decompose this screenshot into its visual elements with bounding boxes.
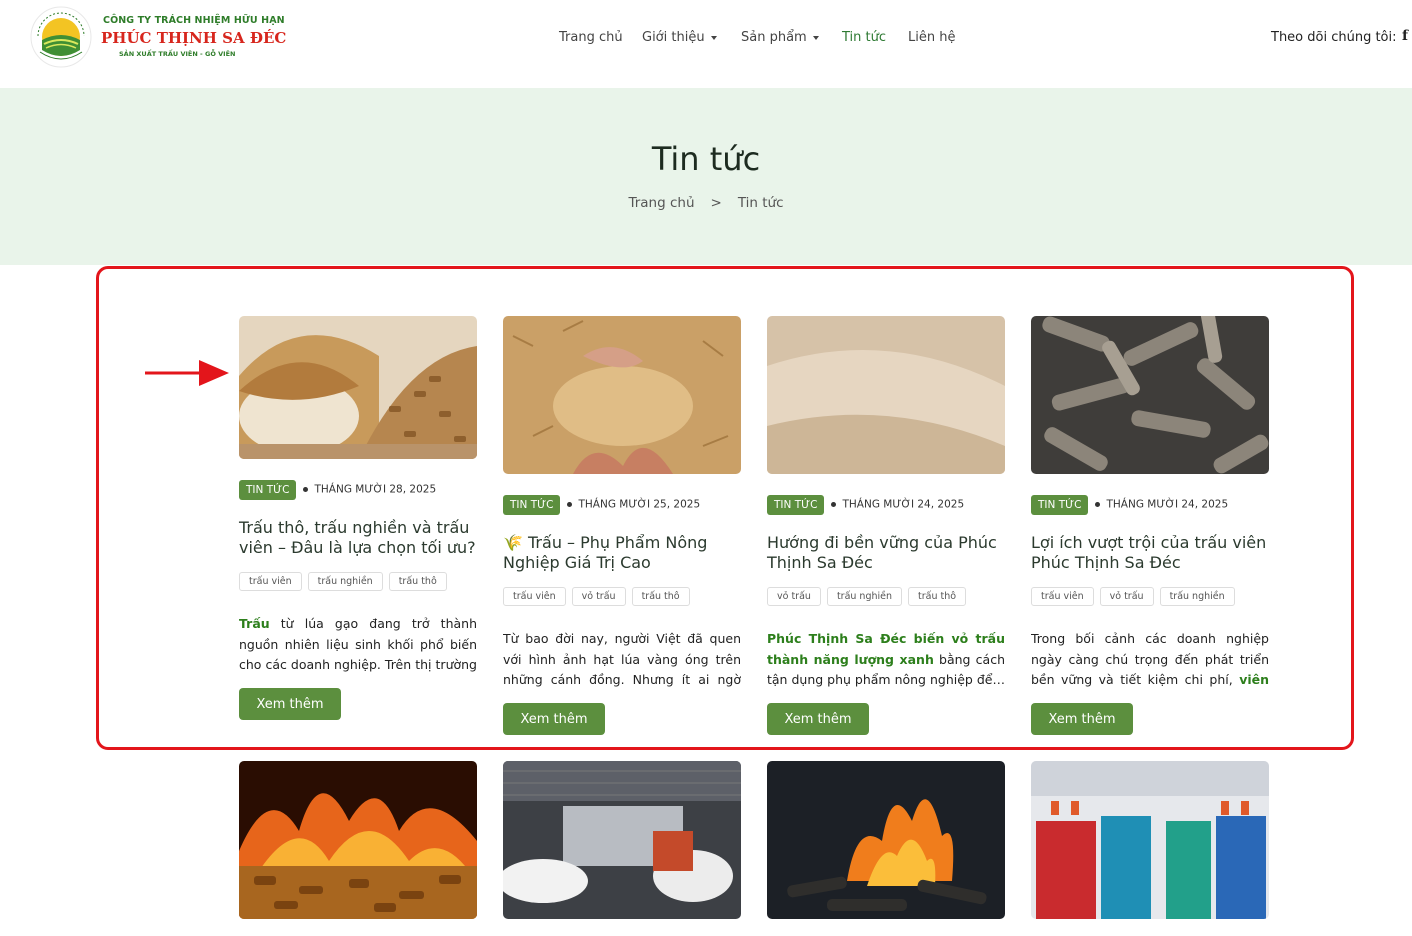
nav-about[interactable]: Giới thiệu	[642, 30, 717, 45]
post-tag[interactable]: trấu thô	[908, 587, 967, 606]
post-tag[interactable]: vỏ trấu	[1099, 587, 1154, 606]
post-date: THÁNG MƯỜI 24, 2025	[1106, 498, 1229, 511]
company-tagline: SẢN XUẤT TRẤU VIÊN - GỖ VIÊN	[119, 50, 236, 58]
post-meta: TIN TỨC THÁNG MƯỜI 28, 2025	[239, 479, 436, 501]
post-date: THÁNG MƯỜI 25, 2025	[578, 498, 701, 511]
category-badge[interactable]: TIN TỨC	[1031, 494, 1089, 515]
burning-charcoal-image[interactable]	[767, 761, 1005, 919]
post-excerpt: Phúc Thịnh Sa Đéc biến vỏ trấu thành năn…	[767, 629, 1005, 691]
dot-separator	[303, 487, 309, 492]
post-tag[interactable]: trấu nghiền	[826, 587, 903, 606]
read-more-button[interactable]: Xem thêm	[767, 703, 869, 735]
post-card: TIN TỨC THÁNG MƯỜI 25, 2025 🌾 Trấu – Phụ P…	[503, 316, 741, 735]
post-tag[interactable]: trấu thô	[388, 572, 447, 591]
nav-products[interactable]: Sản phẩm	[741, 30, 819, 45]
breadcrumb-home[interactable]: Trang chủ	[628, 195, 694, 211]
post-date: THÁNG MƯỜI 28, 2025	[314, 483, 437, 496]
post-date: THÁNG MƯỜI 24, 2025	[842, 498, 965, 511]
post-tag[interactable]: trấu nghiền	[307, 572, 383, 591]
paper-factory-image[interactable]	[503, 761, 741, 919]
post-thumb[interactable]	[503, 761, 741, 919]
post-title[interactable]: 🌾 Trấu – Phụ Phẩm Nông Nghiệp Giá Trị Ca…	[503, 533, 741, 573]
post-meta: TIN TỨC THÁNG MƯỜI 24, 2025	[767, 494, 964, 516]
post-excerpt-text: Trong bối cảnh các doanh nghiệp ngày càn…	[1031, 631, 1269, 687]
nav-contact[interactable]: Liên hệ	[908, 30, 955, 45]
post-thumb[interactable]	[767, 761, 1005, 919]
caret-down-icon	[710, 35, 717, 40]
textile-spools-image[interactable]	[1031, 761, 1269, 919]
post-tag[interactable]: trấu nghiền	[1159, 587, 1235, 606]
breadcrumb-current: Tin tức	[737, 195, 784, 211]
post-tag[interactable]: trấu thô	[631, 587, 690, 606]
post-tag[interactable]: trấu viên	[503, 587, 566, 606]
company-name[interactable]: PHÚC THỊNH SA ĐÉC	[101, 29, 286, 47]
page-title: Tin tức	[651, 140, 761, 178]
post-title[interactable]: Trấu thô, trấu nghiền và trấu viên – Đâu…	[239, 518, 477, 558]
nav-home[interactable]: Trang chủ	[559, 30, 623, 45]
dot-separator	[567, 502, 573, 507]
post-title[interactable]: Hướng đi bền vững của Phúc Thịnh Sa Đéc	[767, 533, 1005, 573]
category-badge[interactable]: TIN TỨC	[503, 494, 561, 515]
post-excerpt: Trấu từ lúa gạo đang trở thành nguồn nhi…	[239, 614, 477, 676]
breadcrumb: Trang chủ > Tin tức	[0, 195, 1412, 211]
category-badge[interactable]: TIN TỨC	[767, 494, 825, 515]
dot-separator	[831, 502, 837, 507]
company-type: CÔNG TY TRÁCH NHIỆM HỮU HẠN	[103, 15, 285, 26]
post-tag[interactable]: trấu viên	[1031, 587, 1094, 606]
post-meta: TIN TỨC THÁNG MƯỜI 25, 2025	[503, 494, 700, 516]
post-tag[interactable]: vỏ trấu	[767, 587, 821, 606]
burning-pellets-image[interactable]	[239, 761, 477, 919]
breadcrumb-separator: >	[710, 195, 722, 211]
post-tag[interactable]: vỏ trấu	[571, 587, 626, 606]
post-thumbnail[interactable]	[1031, 316, 1269, 474]
post-tags: trấu viên vỏ trấu trấu nghiền	[1031, 584, 1241, 606]
nav-news[interactable]: Tin tức	[842, 30, 886, 45]
site-header: CÔNG TY TRÁCH NHIỆM HỮU HẠN PHÚC THỊNH S…	[0, 0, 1412, 88]
company-logo[interactable]	[30, 6, 92, 68]
category-badge[interactable]: TIN TỨC	[239, 479, 297, 500]
post-thumbnail[interactable]	[239, 316, 477, 459]
post-excerpt: Trong bối cảnh các doanh nghiệp ngày càn…	[1031, 629, 1269, 691]
post-thumbnail[interactable]	[503, 316, 741, 474]
read-more-button[interactable]: Xem thêm	[239, 688, 341, 720]
post-tag[interactable]: trấu viên	[239, 572, 302, 591]
caret-down-icon	[812, 35, 819, 40]
page-hero: Tin tức Trang chủ > Tin tức	[0, 88, 1412, 265]
post-excerpt-text: Từ bao đời nay, người Việt đã quen với h…	[503, 631, 741, 687]
post-excerpt-highlight[interactable]: Trấu	[239, 616, 270, 631]
post-thumb[interactable]	[239, 761, 477, 919]
post-thumbnail[interactable]	[767, 316, 1005, 474]
post-tags: trấu viên trấu nghiền trấu thô	[239, 569, 453, 591]
read-more-button[interactable]: Xem thêm	[503, 703, 605, 735]
post-card: TIN TỨC THÁNG MƯỜI 24, 2025 Hướng đi bền v…	[767, 316, 1005, 735]
post-excerpt: Từ bao đời nay, người Việt đã quen với h…	[503, 629, 741, 691]
arrow-right-icon	[145, 360, 229, 386]
follow-label: Theo dõi chúng tôi:	[1271, 30, 1397, 45]
post-title[interactable]: Lợi ích vượt trội của trấu viên Phúc Thị…	[1031, 533, 1269, 573]
post-meta: TIN TỨC THÁNG MƯỜI 24, 2025	[1031, 494, 1228, 516]
post-tags: vỏ trấu trấu nghiền trấu thô	[767, 584, 972, 606]
facebook-icon[interactable]: f	[1402, 28, 1408, 44]
dot-separator	[1095, 502, 1101, 507]
post-card: TIN TỨC THÁNG MƯỜI 24, 2025 Lợi ích vượt t…	[1031, 316, 1269, 735]
read-more-button[interactable]: Xem thêm	[1031, 703, 1133, 735]
post-tags: trấu viên vỏ trấu trấu thô	[503, 584, 696, 606]
post-thumb[interactable]	[1031, 761, 1269, 919]
post-excerpt-text: từ lúa gạo đang trở thành nguồn nhiên li…	[239, 616, 477, 672]
post-card: TIN TỨC THÁNG MƯỜI 28, 2025 Trấu thô, trấu…	[239, 316, 477, 720]
